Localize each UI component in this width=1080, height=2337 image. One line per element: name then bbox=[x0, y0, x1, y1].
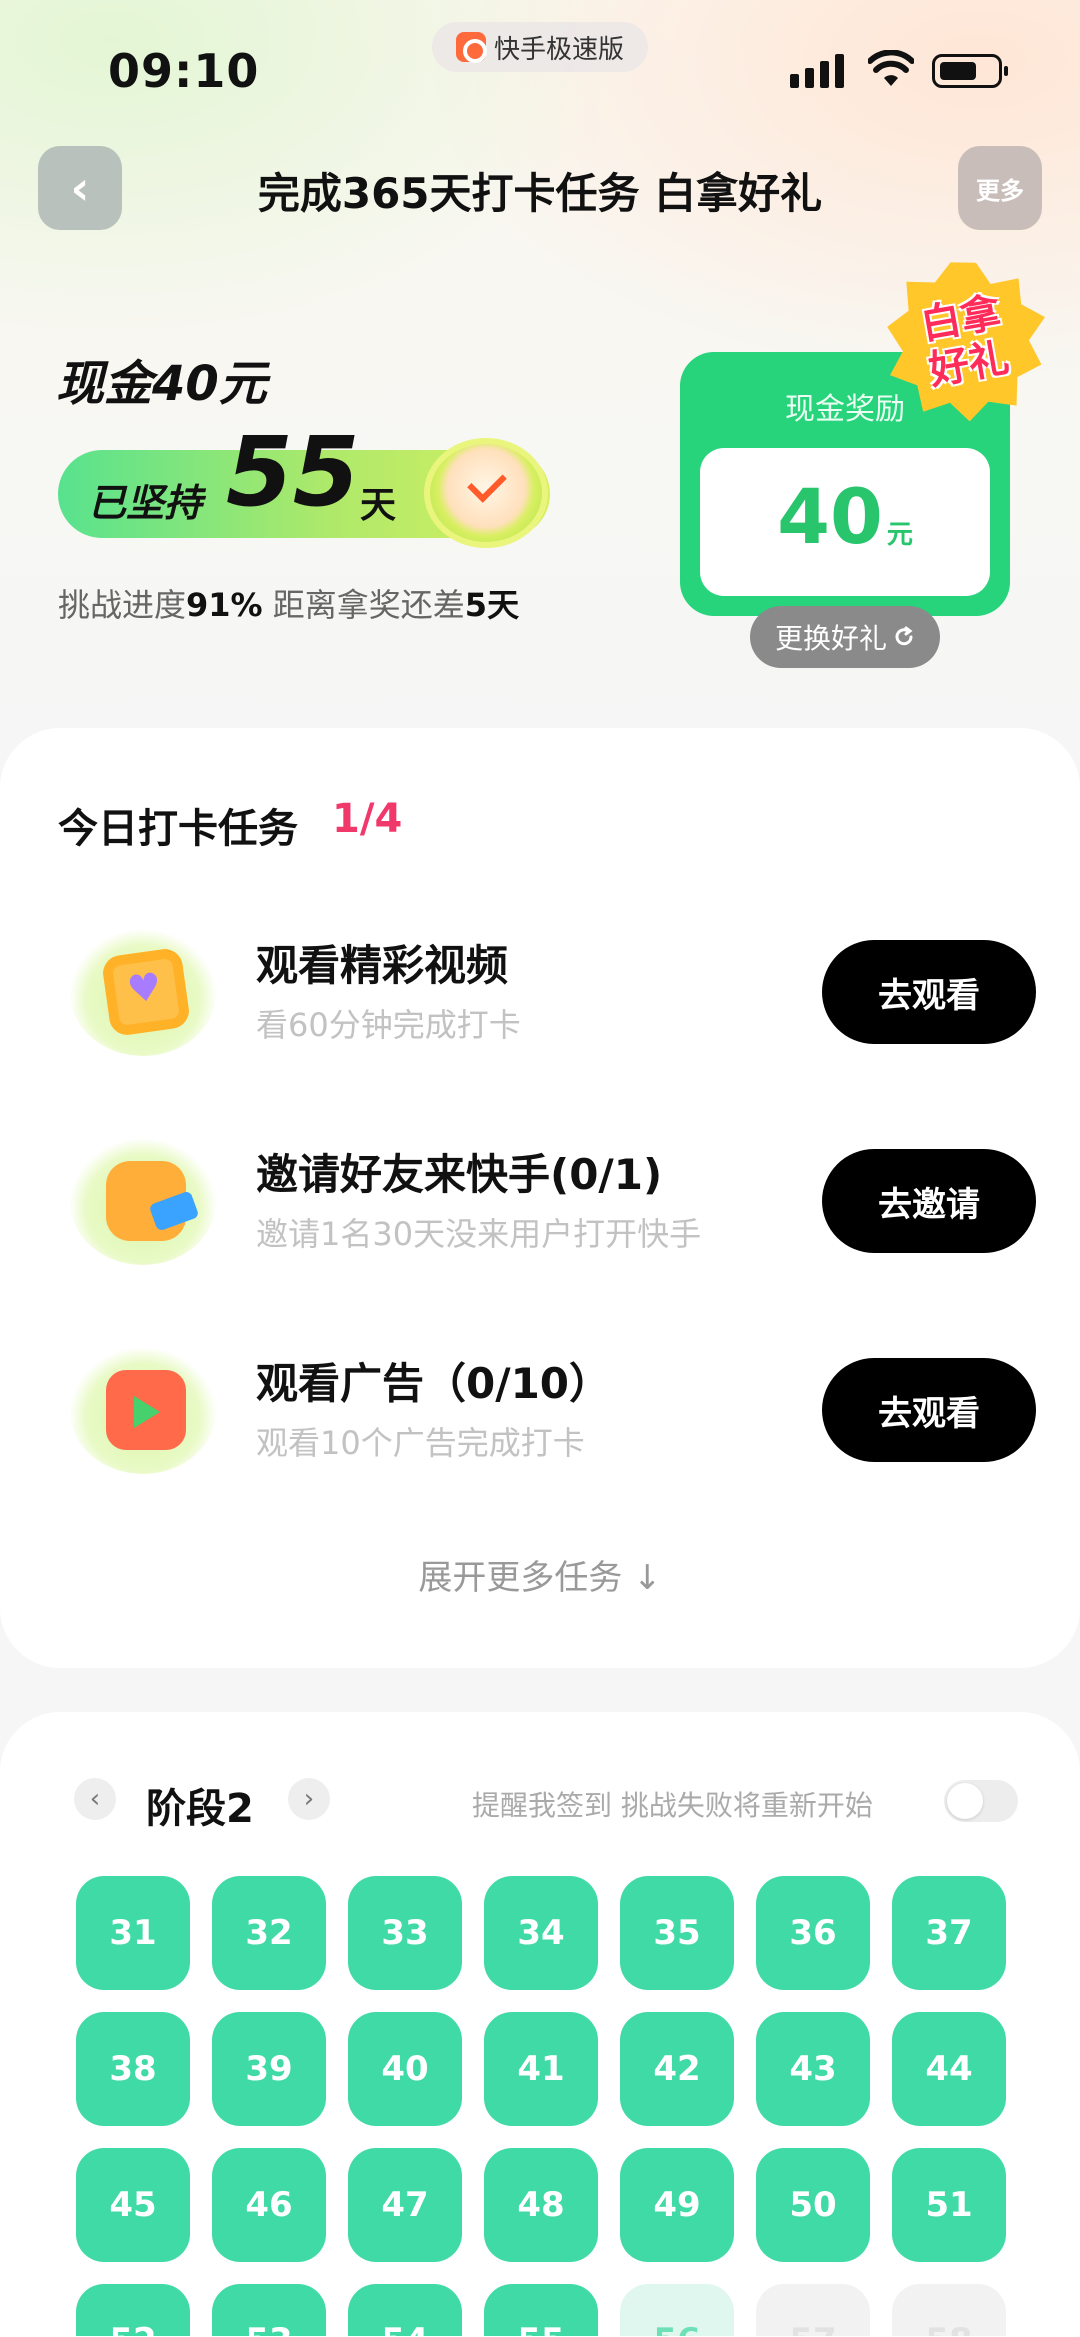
kuaishou-logo-icon bbox=[455, 32, 487, 63]
day-cell-40[interactable]: 40 bbox=[348, 2012, 462, 2126]
go-invite-button[interactable]: 去邀请 bbox=[822, 1149, 1036, 1253]
stage-label: 阶段2 bbox=[146, 1786, 254, 1832]
day-cell-35[interactable]: 35 bbox=[620, 1876, 734, 1990]
task-count: 1/4 bbox=[332, 796, 403, 842]
day-cell-41[interactable]: 41 bbox=[484, 2012, 598, 2126]
day-cell-52[interactable]: 52 bbox=[76, 2284, 190, 2336]
day-cell-53[interactable]: 53 bbox=[212, 2284, 326, 2336]
task-row-watch-ads: 观看广告（0/10） 观看10个广告完成打卡 去观看 bbox=[0, 1338, 1080, 1488]
task-subtitle: 观看10个广告完成打卡 bbox=[256, 1424, 585, 1462]
day-cell-45[interactable]: 45 bbox=[76, 2148, 190, 2262]
task-heading: 今日打卡任务 bbox=[58, 806, 298, 852]
reward-amount-box: 40 元 bbox=[700, 448, 990, 596]
day-cell-58[interactable]: 58 bbox=[892, 2284, 1006, 2336]
remind-text: 提醒我签到 挑战失败将重新开始 bbox=[472, 1789, 873, 1822]
reward-unit: 元 bbox=[886, 520, 913, 550]
page-title: 完成365天打卡任务 白拿好礼 bbox=[257, 169, 823, 218]
day-cell-54[interactable]: 54 bbox=[348, 2284, 462, 2336]
persist-days: 55 bbox=[226, 416, 360, 528]
go-watch-button[interactable]: 去观看 bbox=[822, 940, 1036, 1044]
day-cell-56[interactable]: 56 bbox=[620, 2284, 734, 2336]
day-cell-36[interactable]: 36 bbox=[756, 1876, 870, 1990]
task-title: 观看广告（0/10） bbox=[256, 1359, 612, 1408]
progress-remaining: 5天 bbox=[464, 586, 520, 624]
go-watch-ads-button[interactable]: 去观看 bbox=[822, 1358, 1036, 1462]
next-stage-button[interactable]: › bbox=[288, 1778, 330, 1820]
clock-mascot-icon bbox=[424, 438, 548, 548]
day-cell-42[interactable]: 42 bbox=[620, 2012, 734, 2126]
task-subtitle: 看60分钟完成打卡 bbox=[256, 1006, 521, 1044]
persist-prefix: 已坚持 bbox=[88, 481, 203, 525]
task-title: 邀请好友来快手(0/1) bbox=[256, 1150, 663, 1199]
day-cell-57[interactable]: 57 bbox=[756, 2284, 870, 2336]
day-cell-43[interactable]: 43 bbox=[756, 2012, 870, 2126]
change-gift-button[interactable]: 更换好礼 bbox=[750, 606, 940, 668]
refresh-icon bbox=[895, 626, 913, 646]
day-cell-44[interactable]: 44 bbox=[892, 2012, 1006, 2126]
reward-amount: 40 bbox=[777, 472, 883, 561]
day-cell-49[interactable]: 49 bbox=[620, 2148, 734, 2262]
day-cell-31[interactable]: 31 bbox=[76, 1876, 190, 1990]
chevron-right-icon: › bbox=[303, 1784, 315, 1814]
day-cell-33[interactable]: 33 bbox=[348, 1876, 462, 1990]
reminder-toggle[interactable] bbox=[944, 1780, 1018, 1822]
day-cell-55[interactable]: 55 bbox=[484, 2284, 598, 2336]
day-cell-47[interactable]: 47 bbox=[348, 2148, 462, 2262]
day-cell-48[interactable]: 48 bbox=[484, 2148, 598, 2262]
task-title: 观看精彩视频 bbox=[256, 941, 509, 990]
app-source-pill[interactable]: 快手极速版 bbox=[432, 22, 648, 72]
change-gift-label: 更换好礼 bbox=[774, 622, 887, 655]
day-cell-51[interactable]: 51 bbox=[892, 2148, 1006, 2262]
prev-stage-button[interactable]: ‹ bbox=[74, 1778, 116, 1820]
day-cell-32[interactable]: 32 bbox=[212, 1876, 326, 1990]
day-cell-50[interactable]: 50 bbox=[756, 2148, 870, 2262]
progress-prefix: 挑战进度 bbox=[58, 586, 187, 624]
day-cell-37[interactable]: 37 bbox=[892, 1876, 1006, 1990]
day-cell-39[interactable]: 39 bbox=[212, 2012, 326, 2126]
progress-text: 挑战进度91% 距离拿奖还差5天 bbox=[58, 580, 519, 626]
day-cell-46[interactable]: 46 bbox=[212, 2148, 326, 2262]
ad-icon bbox=[70, 1348, 216, 1474]
cash-title: 现金40元 bbox=[56, 356, 267, 412]
video-icon bbox=[70, 930, 216, 1056]
persist-unit: 天 bbox=[360, 485, 397, 526]
task-row-watch-video: 观看精彩视频 看60分钟完成打卡 去观看 bbox=[0, 920, 1080, 1070]
wifi-icon bbox=[868, 50, 914, 86]
task-row-invite-friend: 邀请好友来快手(0/1) 邀请1名30天没来用户打开快手 去邀请 bbox=[0, 1129, 1080, 1279]
day-grid: 31 32 33 34 35 36 37 38 39 40 41 42 43 44 45 46 47 48 49 50… bbox=[76, 1876, 1006, 2336]
progress-middle: 距离拿奖还差 bbox=[262, 586, 465, 624]
app-name: 快手极速版 bbox=[493, 34, 624, 65]
day-cell-38[interactable]: 38 bbox=[76, 2012, 190, 2126]
task-subtitle: 邀请1名30天没来用户打开快手 bbox=[256, 1215, 702, 1253]
status-time: 09:10 bbox=[108, 44, 260, 98]
battery-icon bbox=[932, 54, 1008, 88]
chevron-left-icon: ‹ bbox=[89, 1784, 101, 1814]
day-cell-34[interactable]: 34 bbox=[484, 1876, 598, 1990]
invite-icon bbox=[70, 1139, 216, 1265]
progress-percent: 91% bbox=[186, 586, 263, 624]
expand-more-tasks[interactable]: 展开更多任务 ↓ bbox=[0, 1550, 1080, 1599]
signal-icon bbox=[790, 52, 844, 88]
more-button[interactable]: 更多 bbox=[958, 146, 1042, 230]
